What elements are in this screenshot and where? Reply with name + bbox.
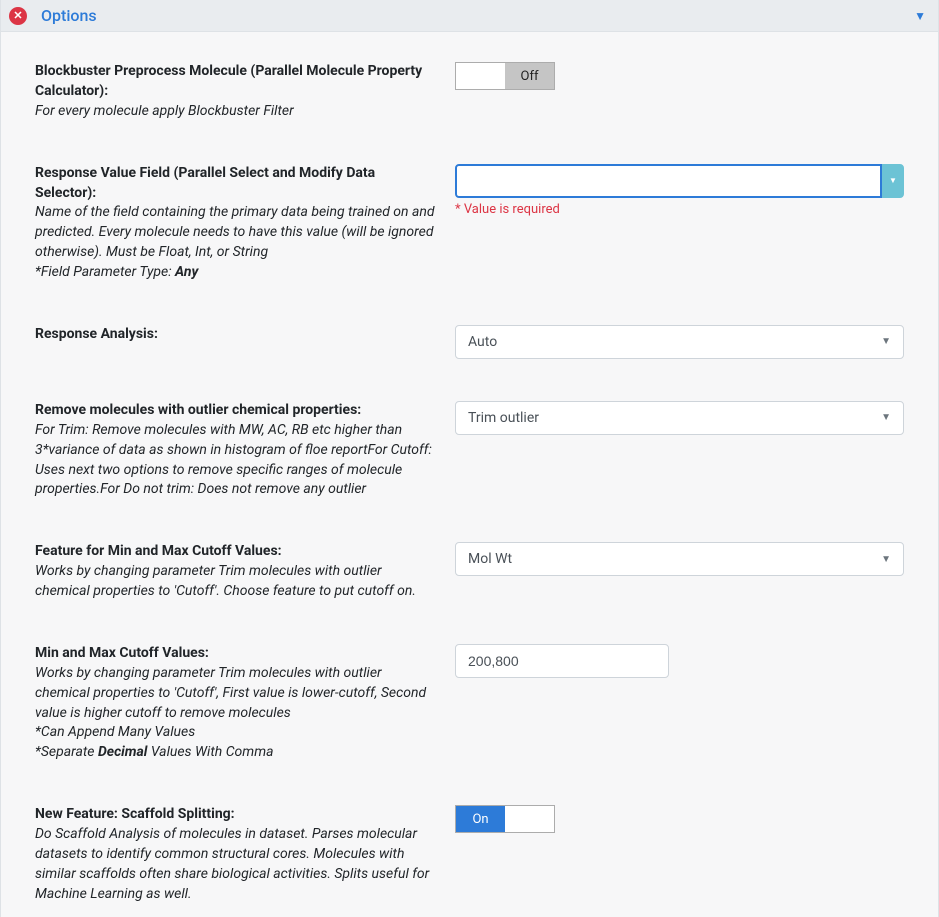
response-value-param-type: *Field Parameter Type: Any: [35, 263, 437, 283]
close-icon[interactable]: ✕: [9, 7, 27, 25]
response-value-error: * Value is required: [455, 202, 904, 217]
cutoff-feature-help: Works by changing parameter Trim molecul…: [35, 562, 437, 602]
response-value-label-text: Response Value Field (Parallel Select an…: [35, 164, 437, 204]
toggle-off-label: Off: [505, 63, 554, 89]
chevron-down-icon[interactable]: ▼: [914, 9, 926, 23]
panel-body: Blockbuster Preprocess Molecule (Paralle…: [1, 32, 938, 917]
panel-title: Options: [41, 6, 914, 25]
caret-icon: ▼: [881, 336, 891, 347]
cutoff-values-help: Works by changing parameter Trim molecul…: [35, 664, 437, 724]
cutoff-feature-label-text: Feature for Min and Max Cutoff Values:: [35, 542, 437, 562]
scaffold-toggle[interactable]: On: [455, 805, 555, 833]
label-remove-outlier: Remove molecules with outlier chemical p…: [35, 401, 455, 500]
param-type-value: Any: [175, 264, 198, 280]
options-panel: ✕ Options ▼ Blockbuster Preprocess Molec…: [0, 0, 939, 917]
preprocess-label-text: Blockbuster Preprocess Molecule (Paralle…: [35, 62, 437, 102]
note2-bold: Decimal: [98, 744, 147, 760]
param-type-prefix: *Field Parameter Type:: [35, 264, 175, 280]
toggle-off-left: [456, 63, 505, 89]
response-value-dropdown-btn[interactable]: ▼: [882, 164, 904, 198]
response-analysis-selected: Auto: [468, 334, 497, 350]
row-remove-outlier: Remove molecules with outlier chemical p…: [35, 401, 904, 500]
remove-outlier-selected: Trim outlier: [468, 410, 539, 426]
response-value-help: Name of the field containing the primary…: [35, 203, 437, 263]
cutoff-feature-select[interactable]: Mol Wt ▼: [455, 542, 904, 576]
note2-prefix: *Separate: [35, 744, 98, 760]
cutoff-values-label-text: Min and Max Cutoff Values:: [35, 644, 437, 664]
label-scaffold: New Feature: Scaffold Splitting: Do Scaf…: [35, 805, 455, 904]
row-scaffold: New Feature: Scaffold Splitting: Do Scaf…: [35, 805, 904, 904]
cutoff-values-note1: *Can Append Many Values: [35, 723, 437, 743]
preprocess-help: For every molecule apply Blockbuster Fil…: [35, 102, 437, 122]
caret-icon: ▼: [881, 554, 891, 565]
remove-outlier-label-text: Remove molecules with outlier chemical p…: [35, 401, 437, 421]
remove-outlier-help: For Trim: Remove molecules with MW, AC, …: [35, 421, 437, 501]
label-response-analysis: Response Analysis:: [35, 325, 455, 345]
note2-suffix: Values With Comma: [147, 744, 273, 760]
scaffold-label-text: New Feature: Scaffold Splitting:: [35, 805, 437, 825]
row-response-value: Response Value Field (Parallel Select an…: [35, 164, 904, 283]
label-cutoff-feature: Feature for Min and Max Cutoff Values: W…: [35, 542, 455, 602]
label-preprocess: Blockbuster Preprocess Molecule (Paralle…: [35, 62, 455, 122]
row-cutoff-values: Min and Max Cutoff Values: Works by chan…: [35, 644, 904, 763]
cutoff-feature-selected: Mol Wt: [468, 551, 512, 567]
panel-header[interactable]: ✕ Options ▼: [1, 0, 938, 32]
scaffold-help: Do Scaffold Analysis of molecules in dat…: [35, 825, 437, 905]
response-analysis-label-text: Response Analysis:: [35, 325, 437, 345]
preprocess-toggle[interactable]: Off: [455, 62, 555, 90]
response-analysis-select[interactable]: Auto ▼: [455, 325, 904, 359]
toggle-on-right: [505, 806, 554, 832]
caret-icon: ▼: [881, 412, 891, 423]
response-value-select[interactable]: [455, 164, 882, 198]
label-cutoff-values: Min and Max Cutoff Values: Works by chan…: [35, 644, 455, 763]
row-response-analysis: Response Analysis: Auto ▼: [35, 325, 904, 359]
row-preprocess: Blockbuster Preprocess Molecule (Paralle…: [35, 62, 904, 122]
cutoff-values-input[interactable]: [455, 644, 669, 678]
toggle-on-label: On: [456, 806, 505, 832]
cutoff-values-note2: *Separate Decimal Values With Comma: [35, 743, 437, 763]
row-cutoff-feature: Feature for Min and Max Cutoff Values: W…: [35, 542, 904, 602]
remove-outlier-select[interactable]: Trim outlier ▼: [455, 401, 904, 435]
label-response-value: Response Value Field (Parallel Select an…: [35, 164, 455, 283]
